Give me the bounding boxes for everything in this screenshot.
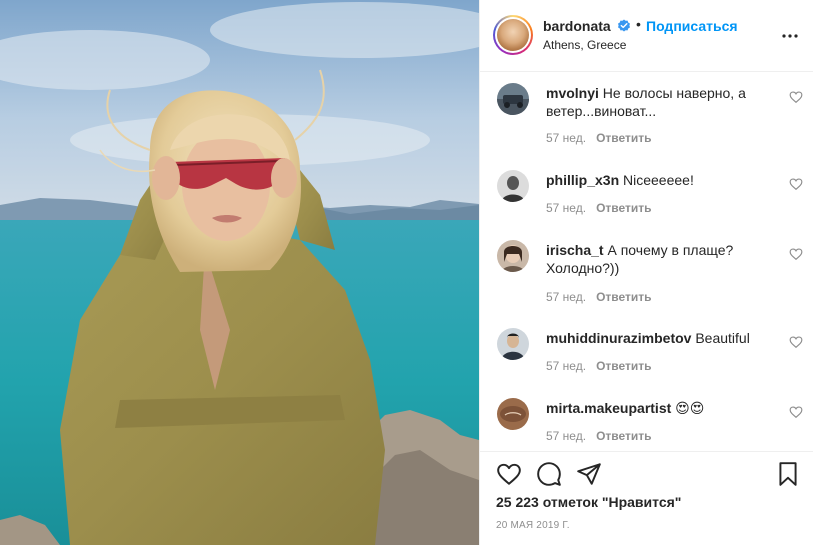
comment-age[interactable]: 57 нед. — [546, 131, 586, 145]
comment-username[interactable]: phillip_x3n — [546, 172, 619, 188]
like-heart-icon[interactable] — [496, 461, 522, 487]
comment-bubble-icon[interactable] — [536, 461, 562, 487]
commenter-avatar[interactable] — [497, 83, 529, 115]
comment-like-icon[interactable] — [789, 405, 803, 419]
verified-badge-icon — [618, 19, 630, 32]
comment-username[interactable]: irischa_t — [546, 242, 604, 258]
bookmark-icon[interactable] — [775, 461, 801, 487]
comment-meta: 57 нед. Ответить — [546, 201, 652, 215]
paper-plane-icon[interactable] — [576, 461, 602, 487]
commenter-avatar[interactable] — [497, 398, 529, 430]
more-options-icon[interactable] — [780, 26, 800, 46]
post-side-panel: bardonata • Подписаться Athens, Greece m… — [479, 0, 813, 545]
reply-button[interactable]: Ответить — [596, 131, 651, 145]
comment-meta: 57 нед. Ответить — [546, 359, 652, 373]
instagram-post: bardonata • Подписаться Athens, Greece m… — [0, 0, 813, 545]
follow-button[interactable]: Подписаться — [646, 18, 738, 34]
comment-meta: 57 нед. Ответить — [546, 290, 652, 304]
comment-body: 😍😍 — [675, 400, 705, 416]
commenter-avatar[interactable] — [497, 240, 529, 272]
likes-count[interactable]: 25 223 отметок "Нравится" — [496, 494, 681, 510]
photo-illustration — [0, 0, 479, 545]
separator-dot: • — [636, 16, 641, 32]
comment-age[interactable]: 57 нед. — [546, 290, 586, 304]
comment-meta: 57 нед. Ответить — [546, 131, 652, 145]
reply-button[interactable]: Ответить — [596, 429, 651, 443]
post-photo[interactable] — [0, 0, 479, 545]
comment-username[interactable]: mvolnyi — [546, 85, 599, 101]
comment-username[interactable]: muhiddinurazimbetov — [546, 330, 691, 346]
comment-text: mvolnyi Не волосы наверно, а ветер...вин… — [546, 84, 774, 120]
author-avatar[interactable] — [493, 15, 533, 55]
comment-like-icon[interactable] — [789, 90, 803, 104]
commenter-avatar[interactable] — [497, 328, 529, 360]
comment-text: phillip_x3n Niceeeeee! — [546, 171, 774, 189]
comment-like-icon[interactable] — [789, 247, 803, 261]
author-avatar-image — [497, 19, 529, 51]
comment-text: irischa_t А почему в плаще? Холодно?)) — [546, 241, 774, 277]
author-username[interactable]: bardonata — [543, 18, 611, 34]
comment-username[interactable]: mirta.makeupartist — [546, 400, 671, 416]
reply-button[interactable]: Ответить — [596, 201, 651, 215]
comment-age[interactable]: 57 нед. — [546, 429, 586, 443]
commenter-avatar[interactable] — [497, 170, 529, 202]
reply-button[interactable]: Ответить — [596, 359, 651, 373]
comment-like-icon[interactable] — [789, 335, 803, 349]
comment-age[interactable]: 57 нед. — [546, 201, 586, 215]
post-actions: 25 223 отметок "Нравится" 20 МАЯ 2019 Г. — [480, 451, 813, 545]
comments-list[interactable]: mvolnyi Не волосы наверно, а ветер...вин… — [480, 73, 813, 451]
post-header: bardonata • Подписаться Athens, Greece — [480, 0, 813, 72]
comment-meta: 57 нед. Ответить — [546, 429, 652, 443]
post-location[interactable]: Athens, Greece — [543, 38, 626, 52]
comment-like-icon[interactable] — [789, 177, 803, 191]
post-date[interactable]: 20 МАЯ 2019 Г. — [496, 520, 570, 531]
comment-body: Beautiful — [695, 330, 750, 346]
comment-text: mirta.makeupartist 😍😍 — [546, 399, 774, 417]
comment-text: muhiddinurazimbetov Beautiful — [546, 329, 774, 347]
reply-button[interactable]: Ответить — [596, 290, 651, 304]
comment-age[interactable]: 57 нед. — [546, 359, 586, 373]
comment-body: Niceeeeee! — [623, 172, 694, 188]
